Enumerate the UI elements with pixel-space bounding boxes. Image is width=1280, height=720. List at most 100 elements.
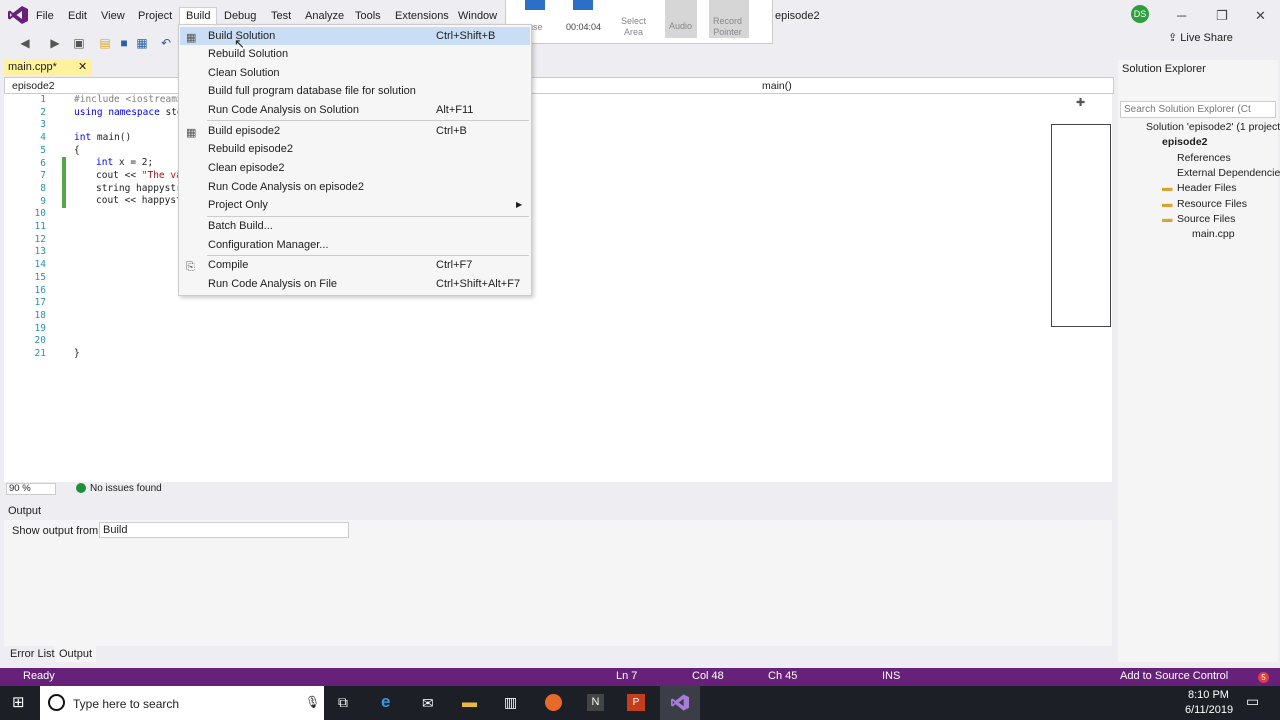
tree-solution[interactable]: Solution 'episode2' (1 project (1146, 120, 1280, 135)
firefox-icon[interactable] (545, 694, 562, 711)
tab-main-cpp[interactable]: main.cpp* ✕ (4, 59, 92, 76)
code-line-2: using namespace std (74, 107, 183, 120)
save-all-icon[interactable]: ▦ (135, 36, 149, 50)
close-window-icon[interactable]: ✕ (1255, 8, 1266, 24)
task-view-icon[interactable]: ⧉ (338, 694, 348, 711)
keyword: int (74, 132, 92, 143)
tree-main-cpp[interactable]: main.cpp (1192, 227, 1235, 242)
forward-icon[interactable]: ▶ (48, 36, 62, 50)
tab-output[interactable]: Output (55, 646, 97, 662)
user-avatar[interactable]: DS (1131, 5, 1149, 23)
scroll-map-viewport[interactable] (1051, 124, 1111, 327)
line-number: 9 (40, 195, 46, 207)
mail-icon[interactable]: ✉ (422, 695, 434, 712)
code-line-5: { (74, 145, 80, 156)
menu-extensions[interactable]: Extensions (389, 8, 455, 24)
menu-item-shortcut: Ctrl+Shift+Alt+F7 (436, 278, 521, 290)
add-to-source-control[interactable]: Add to Source Control (1120, 670, 1228, 682)
tree-resource-files[interactable]: Resource Files (1177, 197, 1247, 212)
powerpoint-icon[interactable]: P (627, 694, 645, 711)
menu-item-shortcut: Alt+F11 (436, 104, 474, 116)
show-output-label: Show output from: (12, 525, 102, 537)
file-explorer-icon[interactable]: ▬ (462, 694, 477, 711)
menu-tools[interactable]: Tools (349, 8, 387, 24)
menu-window[interactable]: Window (452, 8, 503, 24)
save-icon[interactable]: ■ (117, 36, 131, 50)
tab-label: main.cpp* (8, 61, 57, 73)
windows-start-icon[interactable]: ⊞ (12, 693, 25, 711)
scope-dropdown[interactable]: episode2 (12, 80, 55, 92)
notification-badge[interactable]: 5 (1258, 672, 1269, 683)
menu-test[interactable]: Test (265, 8, 297, 24)
microphone-icon[interactable]: 🎙 (305, 695, 320, 709)
output-source-select[interactable]: Build (99, 522, 349, 538)
menu-item-shortcut: Ctrl+B (436, 125, 467, 137)
output-text-area[interactable] (6, 542, 1111, 647)
solution-search-input[interactable]: Search Solution Explorer (Ct (1120, 101, 1276, 118)
menu-analyze[interactable]: Analyze (299, 8, 350, 24)
editor-status-bar (4, 482, 1114, 496)
menu-configuration-manager[interactable]: Configuration Manager... (180, 236, 530, 254)
menu-build-project[interactable]: ▦ Build episode2 Ctrl+B (180, 122, 530, 140)
tree-project[interactable]: episode2 (1162, 135, 1208, 150)
menu-run-code-analysis-file[interactable]: Run Code Analysis on File Ctrl+Shift+Alt+… (180, 275, 530, 293)
menu-debug[interactable]: Debug (218, 8, 262, 24)
visual-studio-taskbar-icon (671, 694, 689, 711)
clock-date[interactable]: 6/11/2019 (1185, 704, 1233, 716)
menu-compile[interactable]: ⎘ Compile Ctrl+F7 (180, 256, 530, 274)
menu-build-full-pdb[interactable]: Build full program database file for sol… (180, 82, 530, 100)
audio-button[interactable] (665, 0, 697, 38)
notion-icon[interactable]: N (587, 694, 604, 711)
menu-run-code-analysis-project[interactable]: Run Code Analysis on episode2 (180, 178, 530, 196)
menu-clean-solution[interactable]: Clean Solution (180, 64, 530, 82)
clock-time[interactable]: 8:10 PM (1188, 689, 1229, 701)
menu-project[interactable]: Project (132, 8, 178, 24)
menu-clean-project[interactable]: Clean episode2 (180, 159, 530, 177)
back-icon[interactable]: ◀ (18, 36, 32, 50)
member-dropdown[interactable]: main() (762, 80, 792, 92)
open-folder-icon[interactable]: ▤ (98, 36, 112, 50)
menu-build[interactable]: Build (179, 7, 218, 25)
menu-view[interactable]: View (95, 8, 131, 24)
menu-edit[interactable]: Edit (62, 8, 93, 24)
close-tab-icon[interactable]: ✕ (78, 59, 87, 76)
zoom-dropdown[interactable]: 90 % (6, 483, 56, 495)
tab-error-list[interactable]: Error List (6, 646, 59, 662)
menu-run-code-analysis-solution[interactable]: Run Code Analysis on Solution Alt+F11 (180, 101, 530, 119)
code-line-7: cout << "The va (96, 170, 182, 183)
split-icon[interactable]: ✚ (1076, 96, 1085, 109)
line-number: 6 (40, 157, 46, 169)
issues-status: No issues found (90, 483, 162, 494)
undo-icon[interactable]: ↶ (159, 36, 173, 50)
maximize-icon[interactable]: ❐ (1216, 8, 1228, 24)
build-menu-dropdown: ▦ Build Solution Ctrl+Shift+B Rebuild Solu… (178, 24, 532, 296)
live-share-button[interactable]: ⇪ Live Share (1168, 31, 1233, 44)
new-project-icon[interactable]: ▣ (72, 36, 86, 50)
menu-rebuild-solution[interactable]: Rebuild Solution (180, 45, 530, 63)
tree-header-files[interactable]: Header Files (1177, 181, 1237, 196)
menu-item-shortcut: Ctrl+Shift+B (436, 30, 496, 42)
visual-studio-logo-icon[interactable] (8, 6, 28, 24)
menu-separator (207, 120, 529, 121)
select-area-label-1: Select (621, 16, 647, 26)
pause-icon[interactable] (525, 0, 545, 10)
tree-external-dependencies[interactable]: External Dependencies (1177, 166, 1280, 181)
menu-rebuild-project[interactable]: Rebuild episode2 (180, 140, 530, 158)
tree-source-files[interactable]: Source Files (1177, 212, 1235, 227)
menu-project-only[interactable]: Project Only ▶ (180, 196, 530, 214)
record-pointer-label: Record Pointer (713, 16, 742, 38)
tree-references[interactable]: References (1177, 151, 1231, 166)
store-icon[interactable]: ▥ (504, 694, 517, 711)
stop-icon[interactable] (573, 0, 593, 10)
status-bar (0, 668, 1280, 686)
menu-item-label: Configuration Manager... (208, 239, 329, 251)
menu-item-label: Rebuild episode2 (208, 143, 294, 155)
menu-build-solution[interactable]: ▦ Build Solution Ctrl+Shift+B (180, 27, 530, 45)
menu-file[interactable]: File (30, 8, 60, 24)
minimize-icon[interactable]: ─ (1177, 8, 1186, 23)
action-center-icon[interactable]: ▭ (1246, 693, 1259, 710)
select-area-button[interactable]: Select Area (621, 16, 646, 38)
edge-icon[interactable]: e (381, 692, 390, 712)
menu-item-label: Clean episode2 (208, 162, 285, 174)
menu-batch-build[interactable]: Batch Build... (180, 217, 530, 235)
